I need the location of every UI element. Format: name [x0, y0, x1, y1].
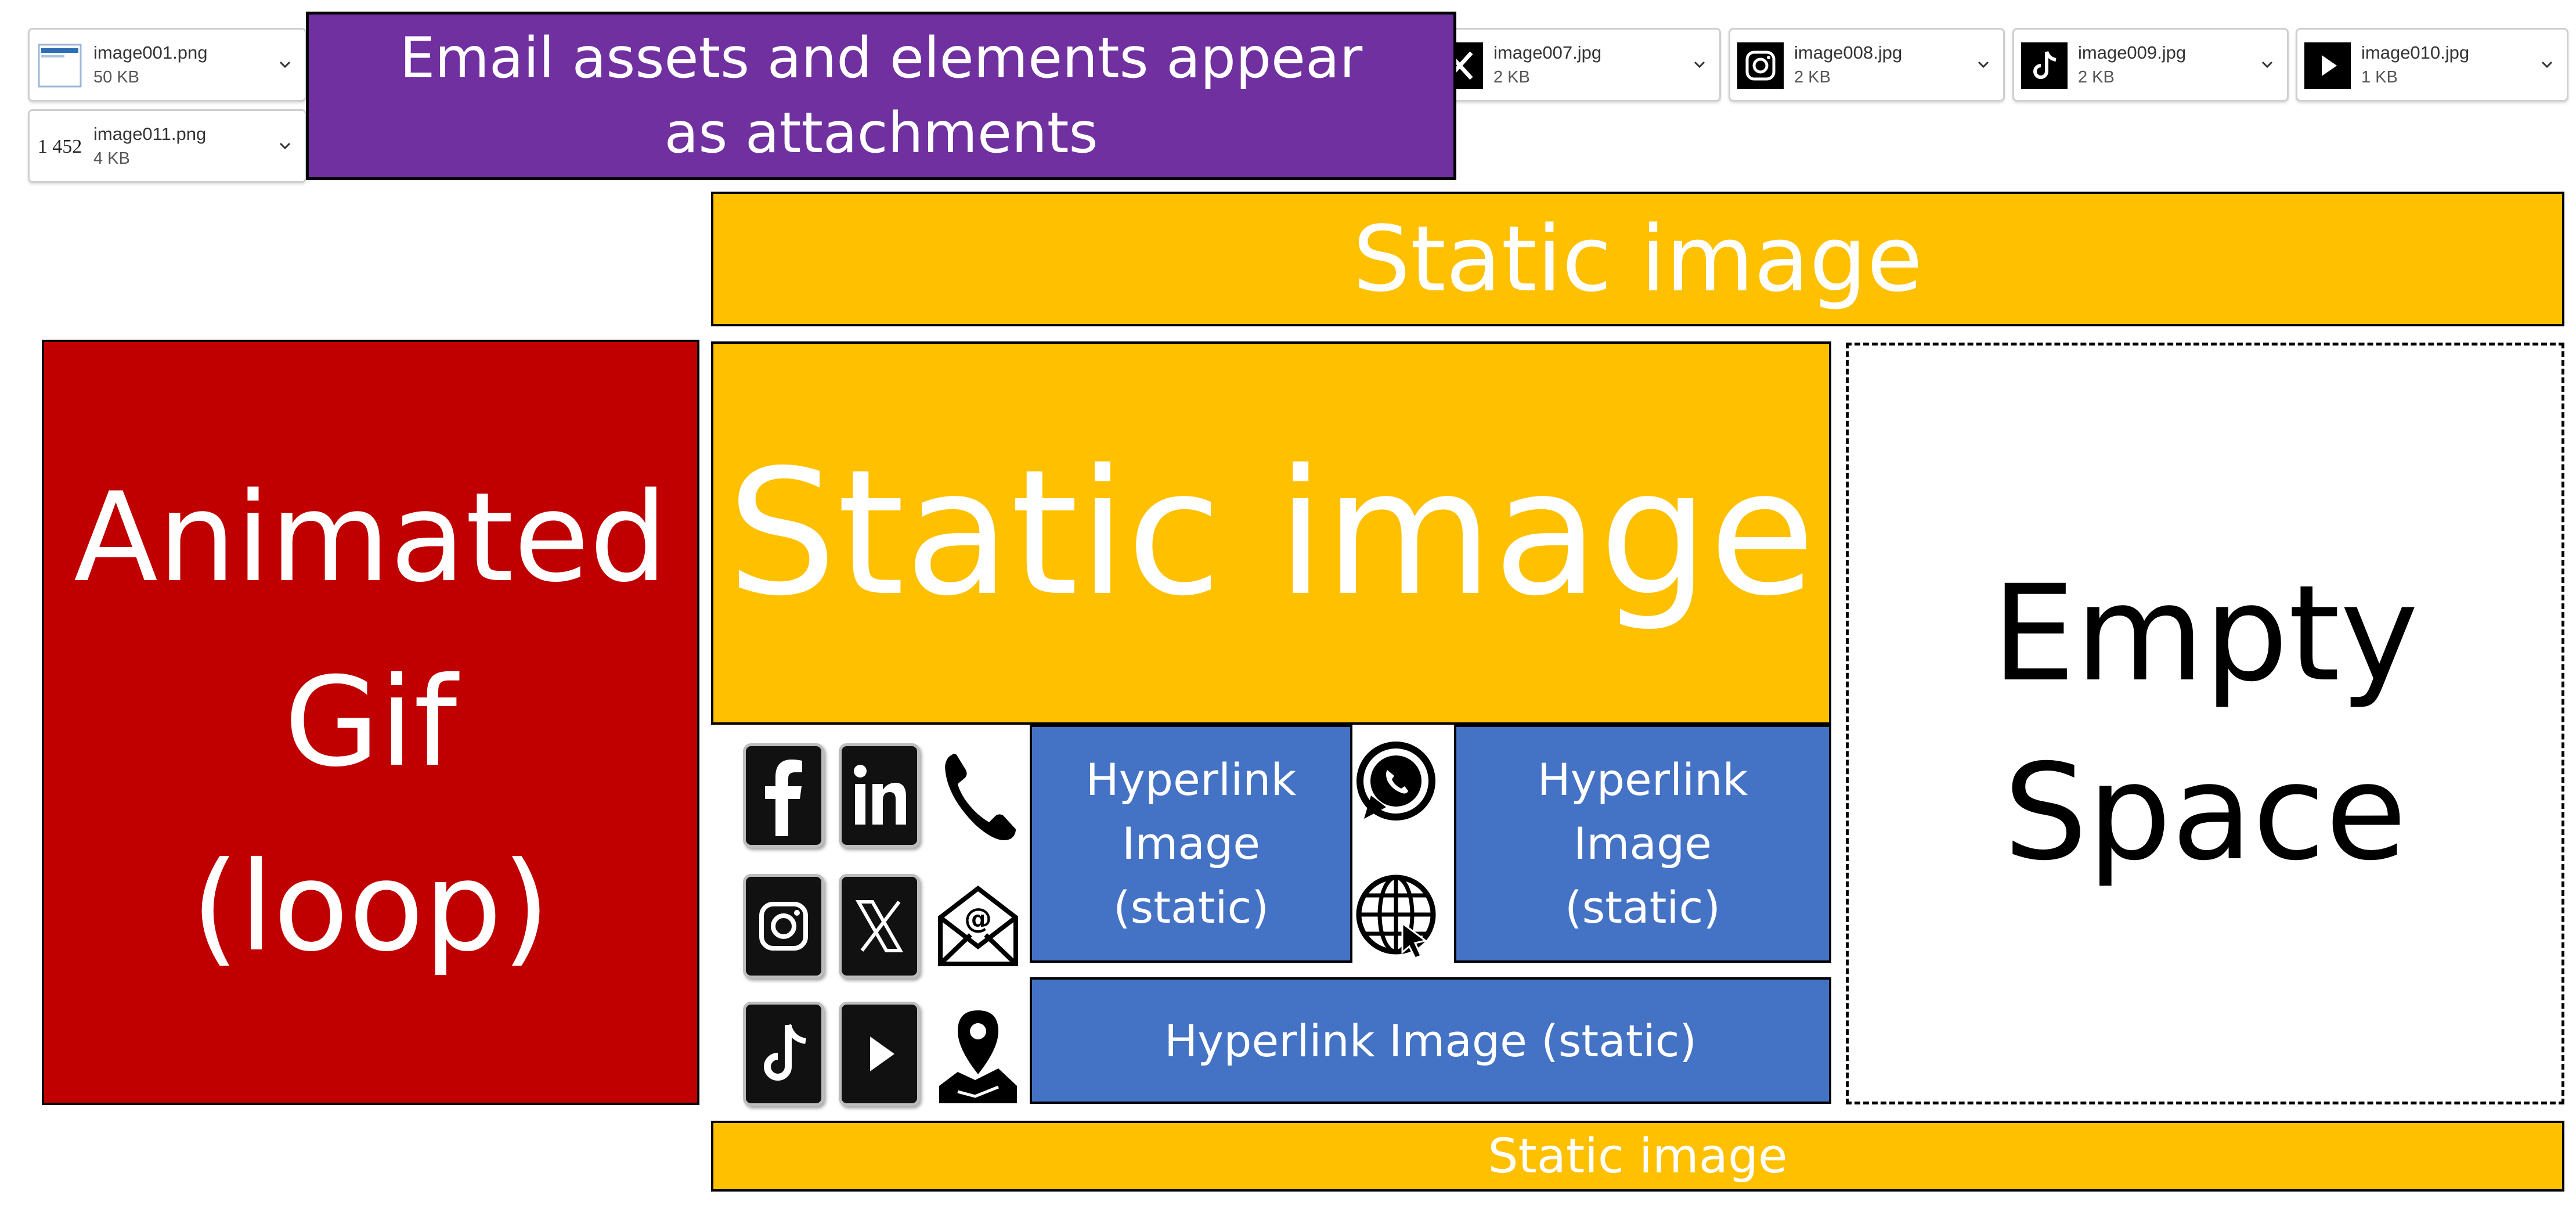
instagram-icon[interactable] — [743, 874, 824, 978]
play-icon[interactable] — [839, 1002, 920, 1106]
animated-gif-line3: (loop) — [191, 835, 550, 978]
chevron-down-icon[interactable] — [1972, 53, 1995, 76]
attachment-size: 1 KB — [2361, 68, 2398, 87]
attachment-name: image010.jpg — [2361, 42, 2470, 63]
linkedin-icon[interactable] — [839, 743, 920, 848]
animated-gif-line1: Animated — [74, 466, 668, 609]
attachment-image009[interactable]: image009.jpg 2 KB — [2012, 28, 2289, 102]
attachment-size: 50 KB — [93, 68, 139, 87]
globe-icon[interactable] — [1352, 859, 1439, 970]
top-static-label: Static image — [1352, 206, 1923, 312]
attachment-image011[interactable]: 1 452 image011.png 4 KB — [28, 109, 306, 183]
attachment-name: image009.jpg — [2078, 42, 2187, 63]
attachment-image008[interactable]: image008.jpg 2 KB — [1729, 28, 2005, 102]
attachment-size: 4 KB — [93, 149, 130, 168]
chevron-down-icon[interactable] — [2256, 53, 2279, 76]
hyperlink-left-line3: (static) — [1113, 881, 1269, 934]
hyperlink-image-right[interactable]: Hyperlink Image (static) — [1454, 725, 1831, 963]
attachment-size: 2 KB — [2078, 68, 2115, 87]
svg-text:@: @ — [964, 902, 992, 935]
attachment-name: image001.png — [93, 42, 208, 63]
bottom-static-image: Static image — [711, 1121, 2564, 1192]
tiktok-icon[interactable] — [743, 1002, 824, 1106]
attachment-image001[interactable]: image001.png 50 KB — [28, 28, 306, 102]
main-static-image: Static image — [711, 341, 1831, 725]
tiktok-icon — [2021, 42, 2068, 89]
hyperlink-right-line2: Image — [1573, 817, 1712, 869]
chevron-down-icon[interactable] — [273, 53, 297, 76]
attachment-name: image011.png — [93, 124, 207, 144]
location-pin-icon[interactable] — [935, 999, 1022, 1109]
title-banner: Email assets and elements appear as atta… — [306, 12, 1456, 180]
x-icon[interactable] — [839, 874, 920, 978]
chevron-down-icon[interactable] — [273, 134, 297, 157]
phone-icon[interactable] — [935, 743, 1022, 848]
number-thumb-icon: 1 452 — [37, 124, 83, 170]
email-icon[interactable]: @ — [935, 871, 1022, 976]
chevron-down-icon[interactable] — [1688, 53, 1711, 76]
title-text: Email assets and elements appear as atta… — [399, 26, 1363, 165]
attachment-size: 2 KB — [1493, 68, 1530, 87]
animated-gif-block: Animated Gif (loop) — [42, 340, 699, 1105]
social-icon-grid: @ — [731, 732, 1027, 1115]
bottom-static-label: Static image — [1488, 1128, 1788, 1184]
attachment-size: 2 KB — [1794, 68, 1831, 87]
facebook-icon[interactable] — [743, 743, 824, 848]
hyperlink-image-wide[interactable]: Hyperlink Image (static) — [1030, 977, 1831, 1104]
instagram-icon — [1737, 42, 1784, 89]
attachment-image010[interactable]: image010.jpg 1 KB — [2296, 28, 2568, 102]
attachment-name: image008.jpg — [1794, 42, 1903, 63]
hyperlink-left-line1: Hyperlink — [1085, 753, 1297, 805]
hyperlink-right-line1: Hyperlink — [1537, 753, 1748, 805]
whatsapp-icon[interactable] — [1352, 732, 1439, 830]
attachment-image007[interactable]: image007.jpg 2 KB — [1428, 28, 1721, 102]
empty-space-line1: Empty — [1991, 556, 2419, 711]
thumb-number: 1 452 — [37, 136, 82, 157]
empty-space-block: Empty Space — [1846, 343, 2564, 1104]
hyperlink-right-line3: (static) — [1565, 881, 1720, 934]
hyperlink-wide-label: Hyperlink Image (static) — [1164, 1014, 1697, 1067]
image-thumb-icon — [37, 42, 83, 89]
animated-gif-line2: Gif — [284, 650, 457, 794]
attachment-name: image007.jpg — [1493, 42, 1602, 63]
main-static-label: Static image — [727, 432, 1816, 634]
hyperlink-image-left[interactable]: Hyperlink Image (static) — [1030, 725, 1352, 963]
top-static-image: Static image — [711, 192, 2564, 326]
hyperlink-left-line2: Image — [1121, 817, 1261, 869]
chevron-down-icon[interactable] — [2535, 53, 2559, 76]
play-icon — [2304, 42, 2351, 89]
empty-space-line2: Space — [2003, 735, 2407, 890]
